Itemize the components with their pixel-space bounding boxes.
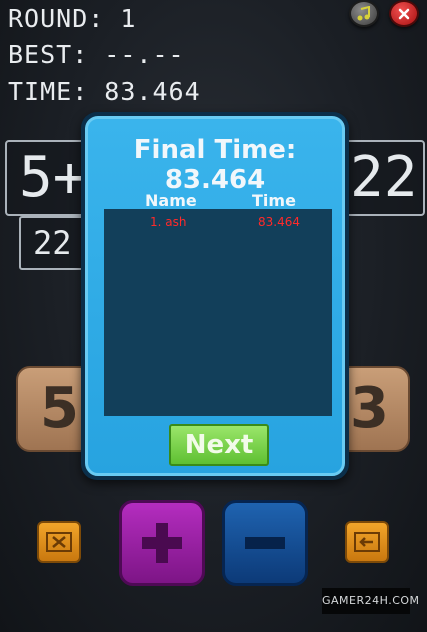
clear-icon bbox=[46, 532, 72, 552]
close-button[interactable] bbox=[389, 0, 419, 27]
plus-icon bbox=[142, 523, 182, 563]
final-time-dialog: Final Time: 83.464 Name Time 1. ash 83.4… bbox=[81, 112, 349, 480]
player-name: 1. ash bbox=[150, 215, 187, 229]
leaderboard-table: 1. ash 83.464 bbox=[104, 209, 332, 416]
time-column-header: Time bbox=[252, 191, 296, 210]
music-note-icon bbox=[357, 5, 370, 20]
name-column-header: Name bbox=[145, 191, 197, 210]
minus-icon bbox=[245, 537, 285, 549]
back-arrow-icon bbox=[354, 532, 380, 552]
best-label: BEST: --.-- bbox=[8, 40, 185, 69]
music-toggle-button[interactable] bbox=[349, 0, 379, 27]
dialog-panel: Final Time: 83.464 Name Time 1. ash 83.4… bbox=[85, 116, 345, 476]
watermark: GAMER24H.COM bbox=[322, 588, 419, 614]
minus-button[interactable] bbox=[222, 500, 308, 586]
final-time-title: Final Time: 83.464 bbox=[133, 135, 297, 195]
time-label: TIME: 83.464 bbox=[8, 77, 201, 106]
backspace-button[interactable] bbox=[345, 521, 389, 563]
round-label: ROUND: 1 bbox=[8, 4, 137, 33]
target-display: 22 bbox=[19, 216, 89, 270]
player-time: 83.464 bbox=[258, 215, 300, 229]
clear-button[interactable] bbox=[37, 521, 81, 563]
close-icon bbox=[398, 8, 410, 19]
plus-button[interactable] bbox=[119, 500, 205, 586]
equation-result-display: 22 bbox=[338, 140, 425, 216]
next-button[interactable]: Next bbox=[169, 424, 269, 466]
